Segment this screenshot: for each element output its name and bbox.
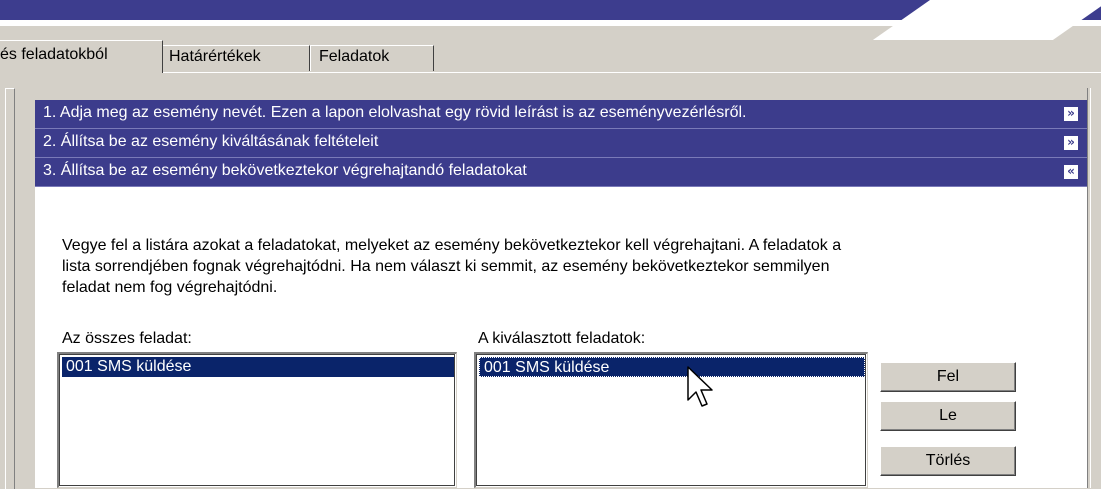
description-line-1: Vegye fel a listára azokat a feladatokat… (62, 237, 842, 254)
window-title-bar (0, 0, 1101, 40)
step-1-header[interactable]: 1. Adja meg az esemény nevét. Ezen a lap… (35, 100, 1087, 129)
step-2-label: 2. Állítsa be az esemény kiváltásának fe… (43, 133, 379, 150)
step-3-label: 3. Állítsa be az esemény bekövetkeztekor… (43, 162, 527, 179)
tab-label: Feladatok (319, 48, 390, 65)
step-description: Vegye fel a listára azokat a feladatokat… (62, 235, 1082, 298)
list-item[interactable]: 001 SMS küldése (62, 357, 454, 377)
description-line-3: feladat nem fog végrehajtódni. (62, 279, 278, 296)
step-1-label: 1. Adja meg az esemény nevét. Ezen a lap… (43, 104, 747, 121)
tab-label: és feladatokból (0, 46, 108, 63)
step-3-header[interactable]: 3. Állítsa be az esemény bekövetkeztekor… (35, 158, 1087, 187)
move-up-button[interactable]: Fel (880, 362, 1016, 392)
selected-tasks-label: A kiválasztott feladatok: (478, 330, 646, 347)
selected-tasks-list[interactable]: 001 SMS küldése (474, 352, 868, 488)
description-line-2: lista sorrendjében fognak végrehajtódni.… (62, 258, 830, 275)
tab-strip: és feladatokból Határértékek Feladatok (0, 40, 1101, 73)
left-panel-edge (5, 88, 15, 489)
list-item[interactable]: 001 SMS küldése (479, 357, 865, 377)
tab-label: Határértékek (169, 48, 261, 65)
tab-events-and-tasks[interactable]: és feladatokból (0, 40, 163, 73)
right-panel-edge (1087, 88, 1091, 488)
tab-thresholds[interactable]: Határértékek (160, 45, 310, 71)
all-tasks-label: Az összes feladat: (62, 330, 192, 347)
all-tasks-list[interactable]: 001 SMS küldése (57, 352, 457, 488)
chevron-up-double-icon[interactable]: « (1063, 164, 1079, 180)
chevron-down-double-icon[interactable]: » (1063, 106, 1079, 122)
mouse-cursor-icon (687, 366, 713, 407)
tab-tasks[interactable]: Feladatok (310, 45, 434, 71)
step-2-header[interactable]: 2. Állítsa be az esemény kiváltásának fe… (35, 129, 1087, 158)
chevron-down-double-icon[interactable]: » (1063, 135, 1079, 151)
move-down-button[interactable]: Le (880, 401, 1016, 431)
delete-button[interactable]: Törlés (880, 446, 1016, 476)
